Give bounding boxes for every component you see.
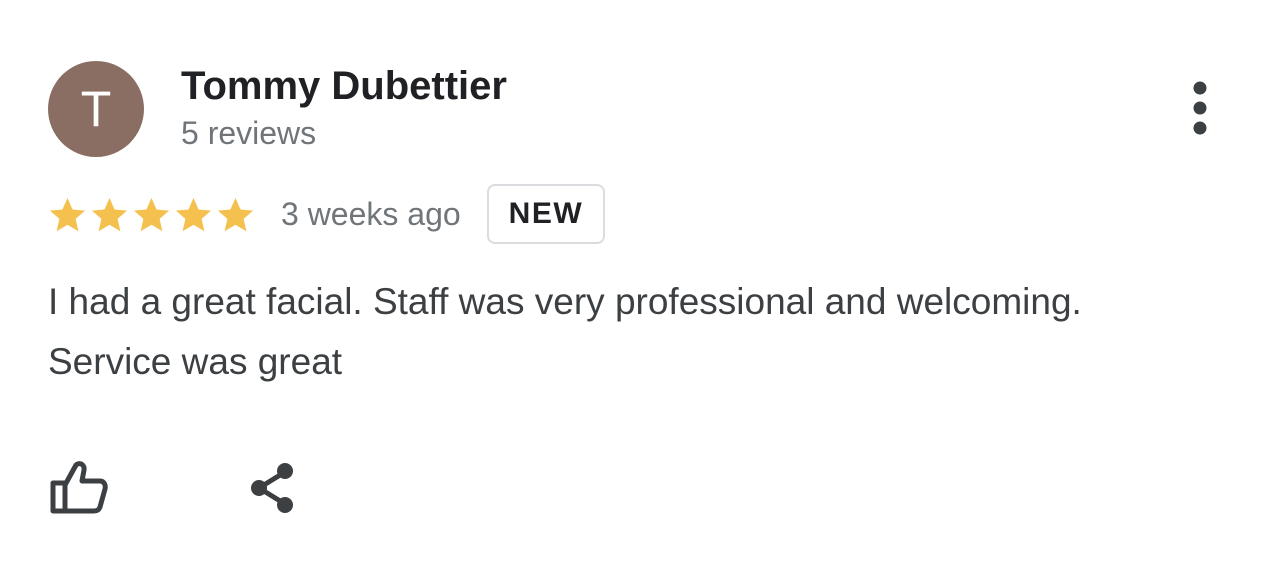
review-text: I had a great facial. Staff was very pro…: [48, 272, 1248, 392]
author-name[interactable]: Tommy Dubettier: [181, 64, 507, 109]
review-count[interactable]: 5 reviews: [181, 115, 316, 152]
thumbs-up-icon: [50, 461, 108, 514]
more-vertical-icon: [1193, 81, 1207, 135]
avatar[interactable]: T: [48, 61, 144, 157]
star-icon: [133, 197, 170, 231]
review-timestamp: 3 weeks ago: [281, 195, 461, 232]
like-button[interactable]: [46, 455, 110, 519]
new-badge: NEW: [486, 184, 606, 244]
star-icon: [217, 197, 254, 231]
star-rating: [48, 195, 255, 234]
share-button[interactable]: [238, 455, 302, 519]
rating-row: 3 weeks ago NEW: [48, 182, 606, 246]
star-icon: [49, 197, 86, 231]
star-icon: [175, 197, 212, 231]
star-icon: [91, 197, 128, 231]
review-card: T Tommy Dubettier 5 reviews 3 weeks ago …: [0, 0, 1284, 576]
review-line: Service was great: [48, 341, 343, 382]
share-icon: [251, 463, 293, 513]
review-line: I had a great facial. Staff was very pro…: [48, 281, 1082, 322]
more-options-button[interactable]: [1176, 78, 1224, 138]
